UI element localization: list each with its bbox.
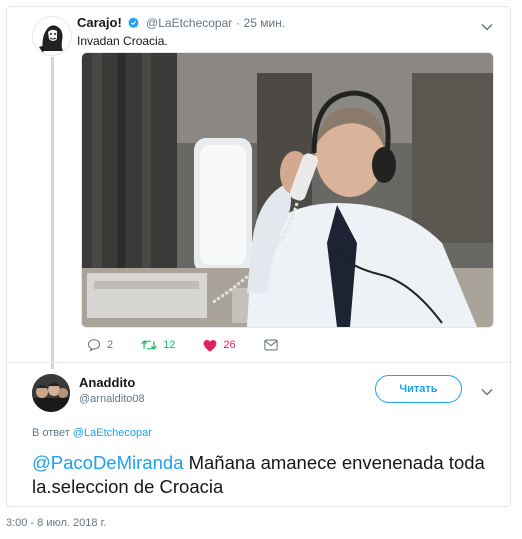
retweet-count: 12 bbox=[163, 339, 176, 351]
author-handle[interactable]: @LaEtchecopar bbox=[146, 16, 232, 30]
reply-context: В ответ @LaEtchecopar bbox=[32, 427, 152, 439]
author-name[interactable]: Anaddito bbox=[79, 375, 135, 390]
avatar[interactable] bbox=[32, 374, 70, 412]
author-name[interactable]: Carajo! bbox=[77, 15, 122, 30]
reply-icon bbox=[87, 339, 101, 352]
tweet-text: @PacoDeMiranda Mañana amanece envenenada… bbox=[32, 451, 502, 499]
tweet-photo[interactable] bbox=[81, 52, 494, 328]
reply-count: 2 bbox=[107, 339, 114, 351]
divider bbox=[7, 362, 510, 363]
reply-prefix: В ответ bbox=[32, 427, 70, 439]
heart-icon bbox=[203, 339, 217, 352]
follow-button[interactable]: Читать bbox=[375, 375, 462, 403]
chevron-down-icon[interactable] bbox=[481, 18, 493, 36]
like-count: 26 bbox=[223, 339, 236, 351]
retweet-icon bbox=[141, 340, 157, 350]
tweet-header: Carajo! @LaEtchecopar · 25 мин. bbox=[77, 15, 285, 32]
mention-link[interactable]: @PacoDeMiranda bbox=[32, 452, 183, 473]
author-handle[interactable]: @arnaldito08 bbox=[79, 393, 145, 405]
direct-message-icon bbox=[263, 339, 278, 351]
avatar-illustration bbox=[33, 17, 71, 55]
retweet-button[interactable]: 12 bbox=[141, 338, 175, 352]
tweet-time[interactable]: 25 мин. bbox=[244, 16, 286, 30]
avatar[interactable] bbox=[32, 16, 72, 56]
tweet-timestamp[interactable]: 3:00 - 8 июл. 2018 г. bbox=[6, 517, 106, 529]
tweet-actions: 2 12 26 bbox=[87, 338, 306, 352]
like-button[interactable]: 26 bbox=[203, 339, 236, 352]
tweet-text: Invadan Croacia. bbox=[77, 34, 168, 48]
photo-illustration bbox=[82, 53, 493, 327]
reply-to-link[interactable]: @LaEtchecopar bbox=[73, 427, 152, 439]
chevron-down-icon[interactable] bbox=[481, 383, 493, 401]
reply-button[interactable]: 2 bbox=[87, 338, 113, 352]
direct-message-button[interactable] bbox=[263, 339, 278, 351]
verified-badge-icon bbox=[127, 16, 140, 32]
separator-dot: · bbox=[235, 16, 240, 30]
thread-connector bbox=[51, 57, 54, 369]
tweet-card: Carajo! @LaEtchecopar · 25 мин. Invadan … bbox=[6, 6, 511, 507]
avatar-photo bbox=[32, 374, 70, 412]
